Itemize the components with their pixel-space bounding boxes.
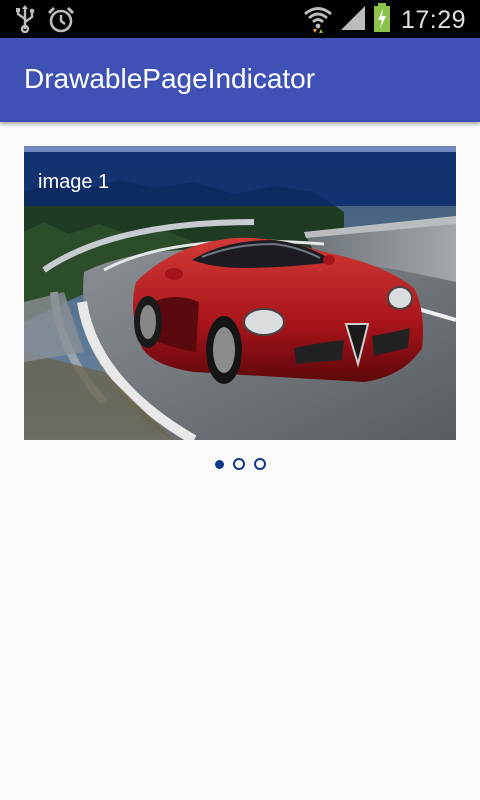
alarm-clock-icon [46, 5, 76, 40]
app-bar: DrawablePageIndicator [0, 38, 480, 122]
app-title: DrawablePageIndicator [24, 63, 316, 94]
caption-band: image 1 [24, 152, 456, 206]
indicator-dot-3[interactable] [253, 458, 266, 470]
usb-icon [14, 5, 36, 40]
battery-charging-icon [373, 3, 391, 38]
page-indicator[interactable] [0, 454, 480, 474]
page-caption: image 1 [38, 171, 110, 193]
indicator-dot-1[interactable] [214, 459, 224, 469]
wifi-icon [303, 3, 333, 38]
image-pager[interactable]: image 1 [24, 146, 456, 440]
status-bar: 17:29 [0, 0, 480, 38]
status-bar-clock: 17:29 [400, 6, 466, 34]
signal-icon [339, 4, 367, 37]
indicator-dot-2[interactable] [232, 458, 245, 470]
